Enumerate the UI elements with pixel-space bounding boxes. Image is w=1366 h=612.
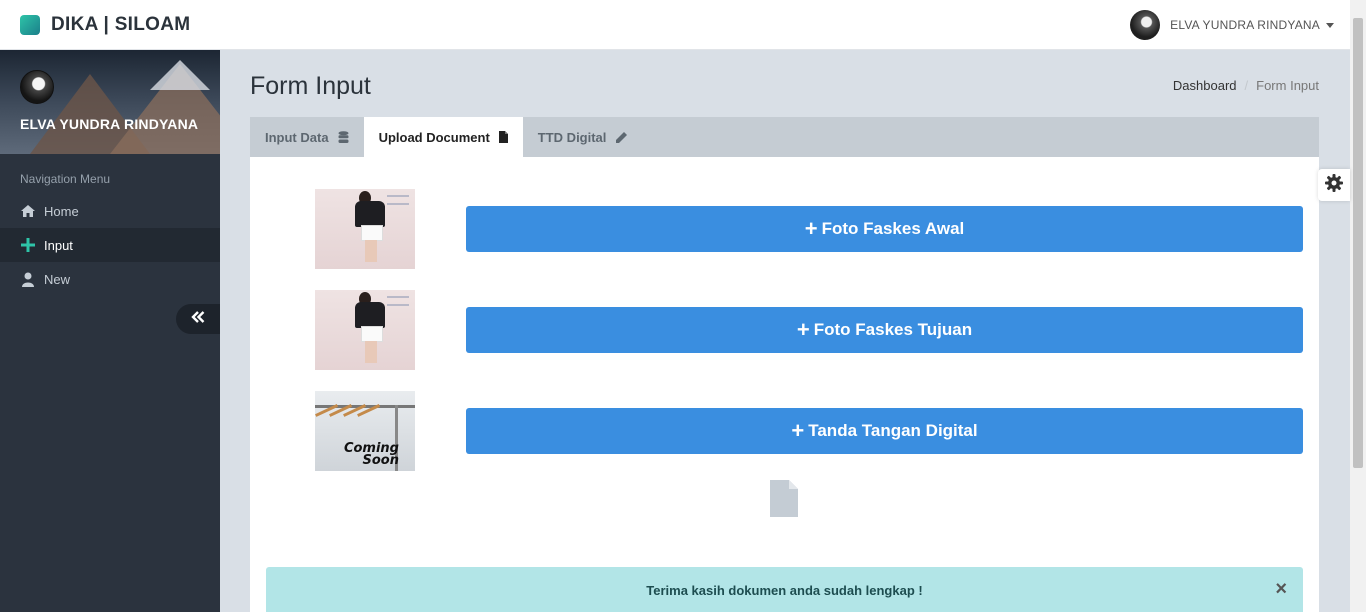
sidebar-item-label: Input bbox=[44, 237, 73, 253]
plus-icon: + bbox=[791, 418, 805, 443]
tab-ttd-digital[interactable]: TTD Digital bbox=[523, 117, 644, 157]
user-icon bbox=[20, 271, 36, 287]
tab-input-data[interactable]: Input Data bbox=[250, 117, 364, 157]
tab-label: Input Data bbox=[265, 129, 329, 145]
database-icon bbox=[338, 130, 349, 144]
upload-tanda-tangan-digital-button[interactable]: + Tanda Tangan Digital bbox=[466, 408, 1303, 454]
upload-row-faskes-tujuan: + Foto Faskes Tujuan bbox=[250, 290, 1319, 370]
sidebar-item-input[interactable]: Input bbox=[0, 228, 220, 262]
breadcrumb-separator: / bbox=[1244, 78, 1249, 93]
plus-icon bbox=[20, 237, 36, 253]
header-background-shape bbox=[150, 60, 210, 90]
sidebar-avatar bbox=[20, 70, 54, 104]
settings-toggle-button[interactable] bbox=[1318, 169, 1350, 201]
button-label: Foto Faskes Tujuan bbox=[813, 320, 973, 339]
plus-icon: + bbox=[804, 216, 818, 241]
sidebar: ELVA YUNDRA RINDYANA Navigation Menu Hom… bbox=[0, 50, 220, 612]
nav-menu-title: Navigation Menu bbox=[20, 172, 111, 186]
sidebar-user-name: ELVA YUNDRA RINDYANA bbox=[20, 116, 199, 132]
tab-upload-document[interactable]: Upload Document bbox=[363, 117, 523, 157]
sidebar-item-label: Home bbox=[44, 203, 79, 219]
pencil-icon bbox=[615, 131, 628, 144]
brand[interactable]: DIKA | SILOAM bbox=[20, 14, 190, 36]
user-avatar bbox=[1130, 10, 1161, 40]
brand-logo-icon bbox=[20, 15, 40, 35]
top-navbar: DIKA | SILOAM ELVA YUNDRA RINDYANA bbox=[0, 0, 1350, 50]
gear-icon bbox=[1325, 173, 1343, 197]
faskes-tujuan-thumbnail bbox=[315, 290, 415, 370]
alert-message: Terima kasih dokumen anda sudah lengkap … bbox=[646, 583, 923, 598]
upload-foto-faskes-awal-button[interactable]: + Foto Faskes Awal bbox=[466, 206, 1303, 252]
sidebar-item-new[interactable]: New bbox=[0, 262, 220, 296]
caret-down-icon bbox=[1326, 22, 1334, 28]
upload-foto-faskes-tujuan-button[interactable]: + Foto Faskes Tujuan bbox=[466, 307, 1303, 353]
sidebar-item-label: New bbox=[44, 271, 71, 287]
alert-close-button[interactable]: × bbox=[1275, 579, 1287, 599]
user-menu-name: ELVA YUNDRA RINDYANA bbox=[1170, 18, 1320, 32]
user-menu[interactable]: ELVA YUNDRA RINDYANA bbox=[1130, 10, 1334, 40]
person-photo-image bbox=[315, 189, 415, 269]
tab-label: Upload Document bbox=[378, 129, 490, 145]
breadcrumb-dashboard-link[interactable]: Dashboard bbox=[1173, 78, 1237, 93]
success-alert: Terima kasih dokumen anda sudah lengkap … bbox=[266, 567, 1303, 612]
breadcrumb: Dashboard / Form Input bbox=[1173, 78, 1319, 93]
tanda-tangan-thumbnail: Coming Soon bbox=[315, 391, 415, 471]
button-label: Tanda Tangan Digital bbox=[808, 421, 978, 440]
coming-soon-text: Coming Soon bbox=[343, 441, 399, 468]
home-icon bbox=[20, 203, 36, 219]
page-scrollbar[interactable] bbox=[1350, 0, 1366, 612]
file-icon bbox=[498, 131, 508, 143]
tab-label: TTD Digital bbox=[537, 129, 607, 145]
plus-icon: + bbox=[796, 317, 810, 342]
faskes-awal-thumbnail bbox=[315, 189, 415, 269]
person-photo-image bbox=[315, 290, 415, 370]
coming-soon-image: Coming Soon bbox=[315, 391, 415, 471]
form-card: Input Data Upload Document TTD Digital +… bbox=[250, 117, 1319, 612]
tab-bar: Input Data Upload Document TTD Digital bbox=[250, 117, 1319, 157]
breadcrumb-current: Form Input bbox=[1256, 78, 1319, 93]
brand-title: DIKA | SILOAM bbox=[51, 14, 191, 35]
sidebar-collapse-button[interactable] bbox=[176, 304, 220, 334]
scrollbar-thumb[interactable] bbox=[1353, 18, 1363, 468]
upload-row-tanda-tangan: Coming Soon + Tanda Tangan Digital bbox=[250, 391, 1319, 471]
document-icon bbox=[770, 480, 798, 522]
sidebar-item-home[interactable]: Home bbox=[0, 194, 220, 228]
upload-row-faskes-awal: + Foto Faskes Awal bbox=[250, 189, 1319, 269]
main-content: Form Input Dashboard / Form Input Input … bbox=[220, 50, 1350, 612]
page-title: Form Input bbox=[250, 72, 371, 100]
sidebar-user-panel: ELVA YUNDRA RINDYANA bbox=[0, 50, 220, 154]
button-label: Foto Faskes Awal bbox=[821, 219, 965, 238]
double-chevron-left-icon bbox=[191, 310, 205, 328]
